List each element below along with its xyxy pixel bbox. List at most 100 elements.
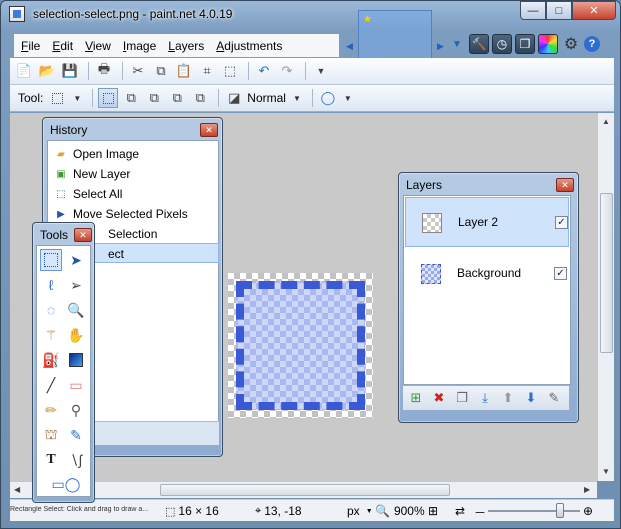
move-selected-pixels-icon[interactable]: ➤ xyxy=(65,249,87,271)
units-dropdown-icon[interactable]: ▼ xyxy=(366,508,373,515)
vertical-scrollbar[interactable]: ▲ ▼ xyxy=(597,113,614,481)
menu-adjustments[interactable]: Adjustments xyxy=(216,39,282,53)
tools-close-button[interactable]: ✕ xyxy=(74,228,92,242)
scroll-down-icon[interactable]: ▼ xyxy=(602,467,610,476)
clone-stamp-icon[interactable]: ⛫ xyxy=(40,424,62,446)
ellipse-select-icon[interactable]: ◌ xyxy=(40,299,62,321)
menu-image[interactable]: Image xyxy=(123,39,156,53)
scroll-left-icon[interactable]: ◀ xyxy=(14,485,20,494)
image-list-dropdown-icon[interactable]: ▼ xyxy=(452,39,462,50)
zoom-tool-icon[interactable]: 🔍 xyxy=(65,299,87,321)
zoom-slider-thumb[interactable] xyxy=(556,503,564,518)
layer-row[interactable]: Background ✓ xyxy=(405,249,569,299)
duplicate-layer-icon[interactable]: ❐ xyxy=(452,388,472,408)
rectangle-select-icon[interactable] xyxy=(40,249,62,271)
selection-mode-invert-icon[interactable]: ⧉ xyxy=(190,88,210,108)
toolbar-overflow-icon[interactable]: ▼ xyxy=(311,61,331,81)
scroll-up-icon[interactable]: ▲ xyxy=(602,117,610,126)
selection-mode-union-icon[interactable]: ⧉ xyxy=(121,88,141,108)
tools-panel[interactable]: Tools ✕ ➤ ℓ ➢ ◌ 🔍 ⚚ ✋ ⛽ ╱ ▭ ✏ ⚲ ⛫ ✎ T ∖∫… xyxy=(32,222,95,503)
zoom-value[interactable]: 900% xyxy=(394,504,425,518)
close-button[interactable]: ✕ xyxy=(572,1,616,20)
antialiasing-dropdown-icon[interactable]: ▼ xyxy=(344,94,352,103)
crop-icon[interactable]: ⌗ xyxy=(197,61,217,81)
selection-mode-intersect-icon[interactable]: ⧉ xyxy=(167,88,187,108)
line-curve-icon[interactable]: ∖∫ xyxy=(65,449,87,471)
layers-panel[interactable]: Layers ✕ Layer 2 ✓ Background ✓ ⊞ ✖ ❐ ⤓ … xyxy=(398,172,579,423)
copy-icon[interactable]: ⧉ xyxy=(151,61,171,81)
deselect-icon[interactable]: ⬚ xyxy=(220,61,240,81)
print-icon[interactable]: 🖶 xyxy=(94,61,114,81)
paste-icon[interactable]: 📋 xyxy=(174,61,194,81)
selected-region[interactable] xyxy=(236,281,365,410)
shapes-icon[interactable]: ▭◯ xyxy=(51,473,81,495)
settings-gear-icon[interactable]: ⚙ xyxy=(561,34,581,54)
new-image-icon[interactable]: 📄 xyxy=(14,61,34,81)
magic-wand-icon[interactable]: ⚚ xyxy=(40,324,62,346)
menu-view[interactable]: View xyxy=(85,39,111,53)
open-icon[interactable]: 📂 xyxy=(37,61,57,81)
recolor-icon[interactable]: ✎ xyxy=(65,424,87,446)
zoom-in-icon[interactable]: ⊕ xyxy=(583,504,593,518)
layer-properties-icon[interactable]: ✎ xyxy=(544,388,564,408)
zoom-control[interactable]: 🔍 900% xyxy=(375,504,425,518)
horizontal-scrollbar[interactable]: ◀ ▶ xyxy=(10,481,597,498)
menu-edit[interactable]: Edit xyxy=(52,39,73,53)
blend-mode-value[interactable]: Normal xyxy=(247,91,286,105)
save-icon[interactable]: 💾 xyxy=(60,61,80,81)
minimize-button[interactable]: — xyxy=(520,1,546,20)
color-picker-icon[interactable]: ⚲ xyxy=(65,399,87,421)
text-tool-icon[interactable]: T xyxy=(40,449,62,471)
pencil-icon[interactable]: ✏ xyxy=(40,399,62,421)
add-layer-icon[interactable]: ⊞ xyxy=(406,388,426,408)
merge-layer-down-icon[interactable]: ⤓ xyxy=(475,388,495,408)
history-item[interactable]: ⬚ Select All xyxy=(54,184,122,204)
history-item-selected[interactable]: ect xyxy=(108,244,124,264)
zoom-to-window-icon[interactable]: ⊞ xyxy=(428,504,438,518)
lasso-select-icon[interactable]: ℓ xyxy=(40,274,62,296)
vertical-scroll-thumb[interactable] xyxy=(600,193,613,353)
colors-window-toggle-icon[interactable] xyxy=(538,34,558,54)
help-icon[interactable]: ? xyxy=(584,36,600,52)
antialiasing-icon[interactable]: ◯ xyxy=(318,88,338,108)
menu-layers[interactable]: Layers xyxy=(168,39,204,53)
eraser-icon[interactable]: ▭ xyxy=(65,374,87,396)
tools-window-toggle-icon[interactable]: 🔨 xyxy=(469,34,489,54)
history-item[interactable]: ▣ New Layer xyxy=(54,164,130,184)
layer-visibility-checkbox[interactable]: ✓ xyxy=(554,267,567,280)
maximize-button[interactable]: □ xyxy=(546,1,572,20)
delete-layer-icon[interactable]: ✖ xyxy=(429,388,449,408)
blend-mode-dropdown-icon[interactable]: ▼ xyxy=(293,94,301,103)
layer-visibility-checkbox[interactable]: ✓ xyxy=(555,216,568,229)
history-item[interactable]: ▰ Open Image xyxy=(54,144,139,164)
paintbrush-icon[interactable]: ╱ xyxy=(40,374,62,396)
history-item[interactable]: Selection xyxy=(108,224,157,244)
layers-window-toggle-icon[interactable]: ❐ xyxy=(515,34,535,54)
move-selection-icon[interactable]: ➢ xyxy=(65,274,87,296)
current-tool-rectangle-select-icon[interactable] xyxy=(47,88,67,108)
scroll-right-icon[interactable]: ▶ xyxy=(584,485,590,494)
undo-icon[interactable]: ↶ xyxy=(254,61,274,81)
gradient-icon[interactable] xyxy=(65,349,87,371)
thumb-scroll-right-icon[interactable]: ▶ xyxy=(437,41,444,52)
menu-file[interactable]: File xyxy=(21,39,40,53)
tool-dropdown-icon[interactable]: ▼ xyxy=(73,94,81,103)
move-layer-down-icon[interactable]: ⬇ xyxy=(521,388,541,408)
thumb-scroll-left-icon[interactable]: ◀ xyxy=(346,41,353,52)
title-bar[interactable]: selection-select.png - paint.net 4.0.19 … xyxy=(1,1,620,29)
selection-mode-replace-icon[interactable] xyxy=(98,88,119,108)
horizontal-scroll-thumb[interactable] xyxy=(160,484,450,496)
move-layer-up-icon[interactable]: ⬆ xyxy=(498,388,518,408)
pan-hand-icon[interactable]: ✋ xyxy=(65,324,87,346)
layers-close-button[interactable]: ✕ xyxy=(556,178,574,192)
paint-bucket-icon[interactable]: ⛽ xyxy=(40,349,62,371)
redo-icon[interactable]: ↷ xyxy=(277,61,297,81)
history-close-button[interactable]: ✕ xyxy=(200,123,218,137)
zoom-slider-track[interactable] xyxy=(488,510,580,512)
selection-mode-exclude-icon[interactable]: ⧉ xyxy=(144,88,164,108)
zoom-out-icon[interactable]: － xyxy=(474,504,486,521)
actual-size-icon[interactable]: ⇄ xyxy=(455,504,465,518)
history-item[interactable]: ▶ Move Selected Pixels xyxy=(54,204,188,224)
history-window-toggle-icon[interactable]: ◷ xyxy=(492,34,512,54)
cut-icon[interactable]: ✂ xyxy=(128,61,148,81)
